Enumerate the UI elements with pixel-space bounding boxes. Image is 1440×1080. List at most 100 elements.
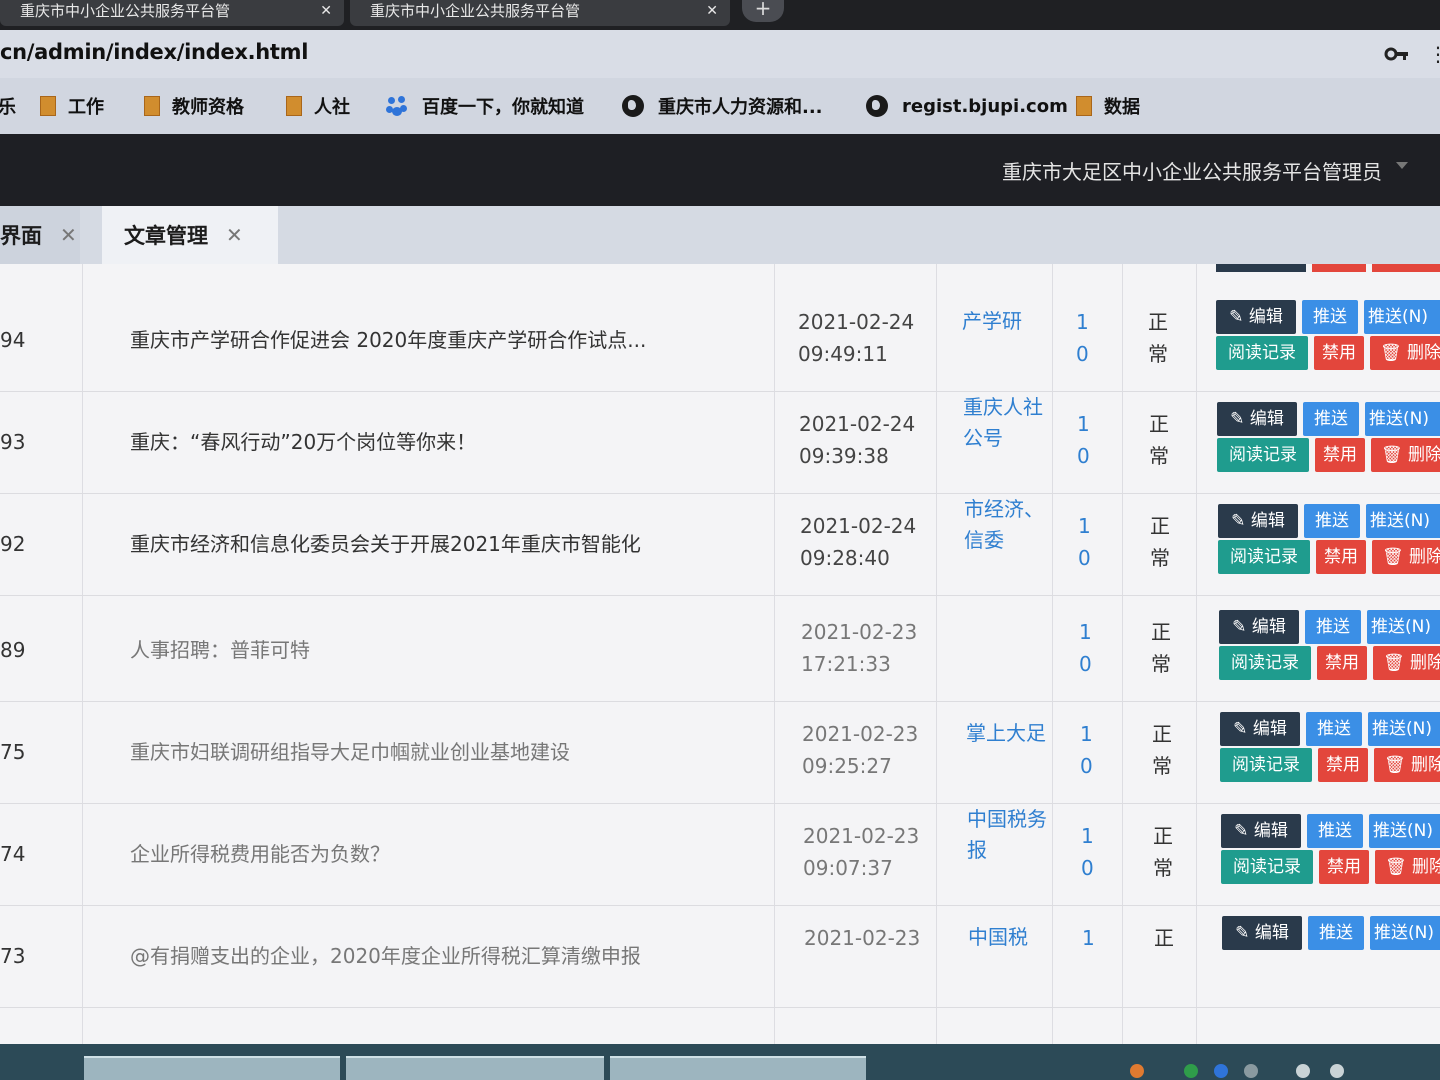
- row-id: 73: [0, 944, 26, 968]
- push-button[interactable]: 推送: [1306, 712, 1362, 746]
- edit-button[interactable]: ✎ 编辑: [1218, 504, 1298, 538]
- chevron-down-icon[interactable]: [1396, 162, 1408, 169]
- push-n-button[interactable]: 推送(N): [1368, 712, 1440, 746]
- browser-tab-1[interactable]: 重庆市中小企业公共服务平台管 ✕: [0, 0, 344, 26]
- row-source[interactable]: 掌上大足: [966, 718, 1046, 749]
- push-button[interactable]: 推送: [1302, 300, 1358, 334]
- row-count-primary: 1: [1079, 620, 1092, 644]
- push-n-button[interactable]: 推送(N): [1370, 916, 1440, 950]
- close-icon[interactable]: ✕: [706, 0, 718, 22]
- push-n-button[interactable]: 推送(N): [1364, 300, 1440, 334]
- bookmark-item[interactable]: 百度一下，你就知道: [386, 93, 584, 119]
- read-log-button[interactable]: 阅读记录: [1217, 438, 1309, 472]
- row-id: 89: [0, 638, 26, 662]
- disable-button[interactable]: 禁用: [1318, 748, 1368, 782]
- trash-icon: 🗑: [1380, 343, 1407, 363]
- row-id: 75: [0, 740, 26, 764]
- row-time: 2021-02-23 09:07:37: [803, 824, 920, 880]
- read-log-button[interactable]: 阅读记录: [1220, 748, 1312, 782]
- close-icon[interactable]: ✕: [60, 223, 77, 247]
- push-n-button[interactable]: 推送(N): [1366, 504, 1440, 538]
- volume-icon[interactable]: [1296, 1064, 1310, 1078]
- page-tab-bar: 界面 ✕ 文章管理 ✕: [0, 206, 1440, 264]
- bookmark-item[interactable]: 工作: [40, 93, 104, 119]
- read-log-button[interactable]: 阅读记录: [1221, 850, 1313, 884]
- trash-icon: 🗑: [1382, 547, 1409, 567]
- push-n-button[interactable]: 推送(N): [1369, 814, 1440, 848]
- close-icon[interactable]: ✕: [320, 0, 332, 22]
- row-title[interactable]: @有捐赠支出的企业，2020年度企业所得税汇算清缴申报: [130, 940, 750, 972]
- edit-button[interactable]: ✎ 编辑: [1220, 712, 1300, 746]
- delete-button[interactable]: 🗑 删除: [1372, 540, 1440, 574]
- row-title[interactable]: 重庆：“春风行动”20万个岗位等你来！: [130, 426, 750, 458]
- folder-icon: [40, 96, 56, 116]
- bookmark-item[interactable]: regist.bjupi.com: [866, 93, 1068, 119]
- read-log-button[interactable]: 阅读记录: [1219, 646, 1311, 680]
- row-count-secondary: 0: [1076, 342, 1089, 366]
- row-title[interactable]: 重庆市经济和信息化委员会关于开展2021年重庆市智能化: [130, 528, 750, 560]
- tray-icon[interactable]: [1184, 1064, 1198, 1078]
- tab-dashboard[interactable]: 界面 ✕: [0, 206, 80, 264]
- new-tab-button[interactable]: +: [742, 0, 784, 22]
- bookmark-item[interactable]: 人社: [286, 93, 350, 119]
- delete-button[interactable]: 🗑 删除: [1375, 850, 1440, 884]
- delete-button[interactable]: 🗑 删除: [1370, 336, 1440, 370]
- row-source[interactable]: 中国税: [968, 922, 1048, 953]
- push-button[interactable]: 推送: [1304, 504, 1360, 538]
- admin-header: 重庆市大足区中小企业公共服务平台管理员: [0, 134, 1440, 206]
- delete-button[interactable]: 🗑 删除: [1374, 748, 1440, 782]
- row-source[interactable]: 产学研: [962, 306, 1042, 337]
- close-icon[interactable]: ✕: [226, 223, 243, 247]
- taskbar-app[interactable]: [346, 1056, 604, 1080]
- push-n-button[interactable]: 推送(N): [1367, 610, 1440, 644]
- row-title[interactable]: 企业所得税费用能否为负数？: [130, 838, 750, 870]
- disable-button[interactable]: 禁用: [1314, 336, 1364, 370]
- edit-button[interactable]: ✎ 编辑: [1221, 814, 1301, 848]
- tray-icon[interactable]: [1130, 1064, 1144, 1078]
- tray-icon[interactable]: [1244, 1064, 1258, 1078]
- pencil-icon: ✎: [1234, 821, 1254, 841]
- push-button[interactable]: 推送: [1307, 814, 1363, 848]
- row-title[interactable]: 重庆市产学研合作促进会 2020年度重庆产学研合作试点...: [130, 324, 750, 356]
- row-source[interactable]: 中国税务报: [967, 804, 1047, 866]
- edit-button[interactable]: ✎ 编辑: [1216, 300, 1296, 334]
- row-source[interactable]: 市经济、信委: [964, 494, 1044, 556]
- row-count-primary: 1: [1078, 514, 1091, 538]
- network-icon[interactable]: [1330, 1064, 1344, 1078]
- tab-article-management[interactable]: 文章管理 ✕: [102, 206, 278, 264]
- url-field[interactable]: cn/admin/index/index.html: [0, 40, 308, 64]
- taskbar-app[interactable]: [84, 1056, 340, 1080]
- tray-icon[interactable]: [1214, 1064, 1228, 1078]
- edit-button[interactable]: ✎ 编辑: [1219, 610, 1299, 644]
- push-n-button[interactable]: 推送(N): [1365, 402, 1440, 436]
- row-title[interactable]: 重庆市妇联调研组指导大足巾帼就业创业基地建设: [130, 736, 750, 768]
- row-source[interactable]: 重庆人社公号: [963, 392, 1043, 454]
- bookmark-item[interactable]: 数据: [1076, 93, 1140, 119]
- bookmark-item[interactable]: 乐: [0, 93, 16, 119]
- read-log-button[interactable]: 阅读记录: [1216, 336, 1308, 370]
- disable-button[interactable]: 禁用: [1315, 438, 1365, 472]
- disable-button[interactable]: 禁用: [1319, 850, 1369, 884]
- admin-user-menu[interactable]: 重庆市大足区中小企业公共服务平台管理员: [1002, 156, 1382, 185]
- push-button[interactable]: 推送: [1303, 402, 1359, 436]
- row-time: 2021-02-23: [804, 926, 921, 950]
- disable-button[interactable]: 禁用: [1317, 646, 1367, 680]
- row-title[interactable]: 人事招聘：普菲可特: [130, 634, 750, 666]
- browser-tab-2[interactable]: 重庆市中小企业公共服务平台管 ✕: [350, 0, 730, 26]
- pencil-icon: ✎: [1229, 307, 1249, 327]
- disable-button[interactable]: 禁用: [1316, 540, 1366, 574]
- edit-button[interactable]: ✎ 编辑: [1222, 916, 1302, 950]
- bookmark-item[interactable]: 教师资格: [144, 93, 244, 119]
- delete-button[interactable]: 🗑 删除: [1371, 438, 1440, 472]
- push-button[interactable]: 推送: [1308, 916, 1364, 950]
- status-badge: 正常: [1150, 514, 1170, 570]
- taskbar-app[interactable]: [610, 1056, 866, 1080]
- delete-button[interactable]: 🗑 删除: [1373, 646, 1440, 680]
- edit-button[interactable]: ✎ 编辑: [1217, 402, 1297, 436]
- push-button[interactable]: 推送: [1305, 610, 1361, 644]
- key-icon[interactable]: [1384, 44, 1410, 64]
- status-badge: 正常: [1153, 824, 1173, 880]
- read-log-button[interactable]: 阅读记录: [1218, 540, 1310, 574]
- menu-icon[interactable]: ⋮: [1428, 42, 1440, 66]
- bookmark-item[interactable]: 重庆市人力资源和...: [622, 93, 823, 119]
